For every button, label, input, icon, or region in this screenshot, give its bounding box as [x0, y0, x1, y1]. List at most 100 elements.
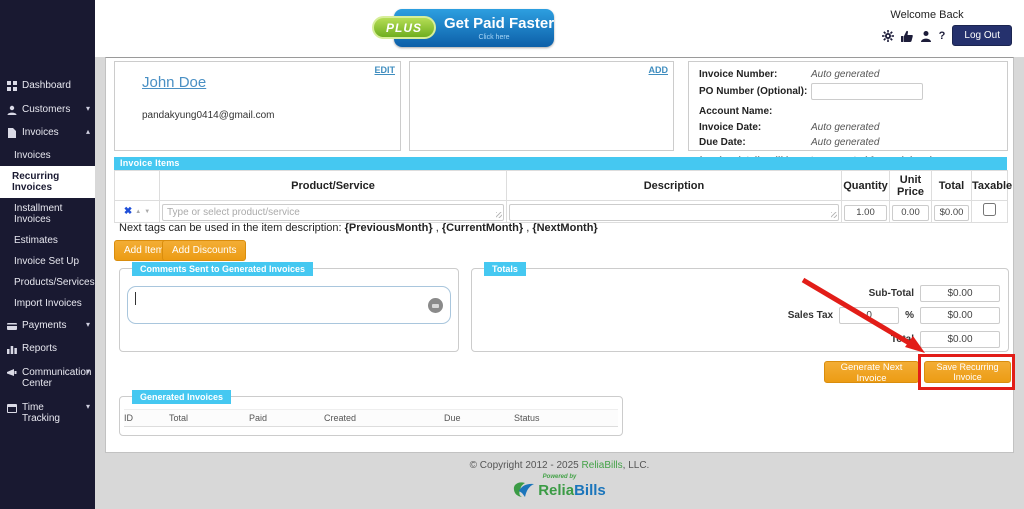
comments-textarea[interactable] — [127, 286, 451, 324]
totals-box-label: Totals — [484, 262, 526, 276]
tag-current-month: {CurrentMonth} — [442, 222, 523, 234]
subtotal-label: Sub-Total — [869, 288, 914, 299]
due-date-label: Due Date: — [699, 137, 811, 148]
gen-col-created: Created — [324, 413, 444, 423]
sidebar-item-products-services[interactable]: Products/Services — [0, 272, 95, 293]
invoice-date-value: Auto generated — [811, 122, 879, 133]
unit-price-input[interactable] — [892, 205, 929, 221]
sidebar-item-invoices-list[interactable]: Invoices — [0, 145, 95, 166]
tags-note: Next tags can be used in the item descri… — [119, 222, 598, 234]
dashboard-icon — [7, 81, 17, 91]
comments-widget-icon[interactable] — [428, 298, 443, 313]
sidebar-label: Dashboard — [22, 80, 89, 92]
col-description: Description — [507, 171, 842, 201]
gen-col-total: Total — [169, 413, 249, 423]
user-icon — [7, 105, 17, 115]
help-icon[interactable]: ? — [939, 30, 946, 42]
chevron-down-icon: ▾ — [86, 320, 90, 329]
sidebar-item-import-invoices[interactable]: Import Invoices — [0, 293, 95, 314]
taxable-checkbox[interactable] — [983, 203, 996, 216]
logout-button[interactable]: Log Out — [952, 25, 1012, 46]
banner-title: Get Paid Faster! — [444, 15, 559, 32]
totals-box: Totals Sub-Total Sales Tax % Total — [471, 268, 1009, 352]
sidebar-item-recurring-invoices[interactable]: Recurring Invoices — [0, 166, 95, 198]
generated-invoices-label: Generated Invoices — [132, 390, 231, 404]
invoice-items-table: Product/Service Description Quantity Uni… — [114, 170, 1008, 223]
po-number-input[interactable] — [811, 83, 923, 100]
chevron-down-icon: ▾ — [86, 104, 90, 113]
move-down-icon[interactable]: ▼ — [144, 209, 150, 215]
edit-customer-link[interactable]: EDIT — [374, 65, 395, 75]
tags-note-prefix: Next tags can be used in the item descri… — [119, 222, 342, 234]
invoice-number-value: Auto generated — [811, 69, 879, 80]
customer-card: EDIT John Doe pandakyung0414@gmail.com — [114, 61, 401, 151]
get-paid-faster-banner[interactable]: PLUS Get Paid Faster! Click here — [372, 9, 554, 47]
sidebar-label: Time Tracking — [22, 402, 89, 425]
tag-separator: , — [526, 222, 529, 234]
sidebar-item-communication-center[interactable]: Communication Center ▾ — [0, 361, 95, 396]
reliabills-logo[interactable]: ReliaBills — [95, 481, 1024, 499]
banner-subtitle: Click here — [444, 34, 544, 41]
tax-amount-input[interactable] — [920, 307, 1000, 324]
percent-sign: % — [905, 310, 914, 321]
quantity-input[interactable] — [844, 205, 887, 221]
col-quantity: Quantity — [842, 171, 890, 201]
invoice-date-label: Invoice Date: — [699, 122, 811, 133]
gear-icon[interactable] — [882, 30, 894, 42]
welcome-text: Welcome Back — [842, 9, 1012, 21]
chevron-down-icon: ▾ — [86, 367, 90, 376]
page-footer: © Copyright 2012 - 2025 ReliaBills, LLC.… — [95, 460, 1024, 499]
sidebar-item-time-tracking[interactable]: Time Tracking ▾ — [0, 396, 95, 431]
main-content-panel: EDIT John Doe pandakyung0414@gmail.com A… — [105, 57, 1014, 453]
sidebar-label: Payments — [22, 320, 89, 332]
chevron-down-icon: ▾ — [86, 402, 90, 411]
total-input[interactable] — [920, 331, 1000, 348]
tax-rate-input[interactable] — [839, 307, 899, 324]
generated-invoices-table: ID Total Paid Created Due Status — [124, 409, 618, 427]
gen-col-due: Due — [444, 413, 514, 423]
sidebar-item-installment-invoices[interactable]: Installment Invoices — [0, 198, 95, 230]
comments-box-label: Comments Sent to Generated Invoices — [132, 262, 313, 276]
plus-badge: PLUS — [372, 16, 436, 39]
sidebar: Dashboard Customers ▾ Invoices ▴ Invoice… — [0, 0, 95, 509]
subtotal-input[interactable] — [920, 285, 1000, 302]
sidebar-item-estimates[interactable]: Estimates — [0, 230, 95, 251]
description-input[interactable] — [509, 204, 839, 221]
add-recipient-link[interactable]: ADD — [649, 65, 669, 75]
tag-next-month: {NextMonth} — [532, 222, 597, 234]
tag-separator: , — [436, 222, 439, 234]
text-cursor — [135, 292, 136, 305]
megaphone-icon — [7, 368, 17, 378]
col-taxable: Taxable — [972, 171, 1008, 201]
reliabills-link[interactable]: ReliaBills — [582, 460, 623, 471]
save-recurring-invoice-button[interactable]: Save Recurring Invoice — [924, 361, 1011, 383]
customer-name-link[interactable]: John Doe — [142, 74, 206, 91]
sidebar-item-invoices[interactable]: Invoices ▴ — [0, 121, 95, 145]
invoice-number-label: Invoice Number: — [699, 69, 811, 80]
po-number-label: PO Number (Optional): — [699, 86, 811, 97]
move-up-icon[interactable]: ▲ — [135, 209, 141, 215]
user-icon[interactable] — [920, 30, 932, 42]
copyright-prefix: © Copyright 2012 - 2025 — [470, 460, 582, 471]
line-total-input[interactable] — [934, 205, 969, 221]
sidebar-item-invoice-set-up[interactable]: Invoice Set Up — [0, 251, 95, 272]
remove-item-icon[interactable]: ✖ — [124, 207, 132, 217]
col-unit-price: Unit Price — [890, 171, 932, 201]
generate-next-invoice-button[interactable]: Generate Next Invoice — [824, 361, 919, 383]
invoice-items-header: Invoice Items — [114, 157, 1007, 170]
gen-col-id: ID — [124, 413, 169, 423]
wallet-icon — [7, 321, 17, 331]
powered-by-text: Powered by — [95, 474, 1024, 480]
add-discounts-button[interactable]: Add Discounts — [162, 240, 246, 261]
gen-col-paid: Paid — [249, 413, 324, 423]
reliabills-logo-text: ReliaBills — [538, 482, 606, 499]
sidebar-item-customers[interactable]: Customers ▾ — [0, 98, 95, 122]
thumbs-up-icon[interactable] — [901, 30, 913, 42]
sidebar-item-dashboard[interactable]: Dashboard — [0, 74, 95, 98]
sidebar-label: Reports — [22, 343, 89, 355]
product-service-input[interactable] — [162, 204, 504, 221]
account-area: Welcome Back ? Log Out — [842, 9, 1012, 46]
sidebar-item-payments[interactable]: Payments ▾ — [0, 314, 95, 338]
col-product-service: Product/Service — [160, 171, 507, 201]
sidebar-item-reports[interactable]: Reports — [0, 337, 95, 361]
